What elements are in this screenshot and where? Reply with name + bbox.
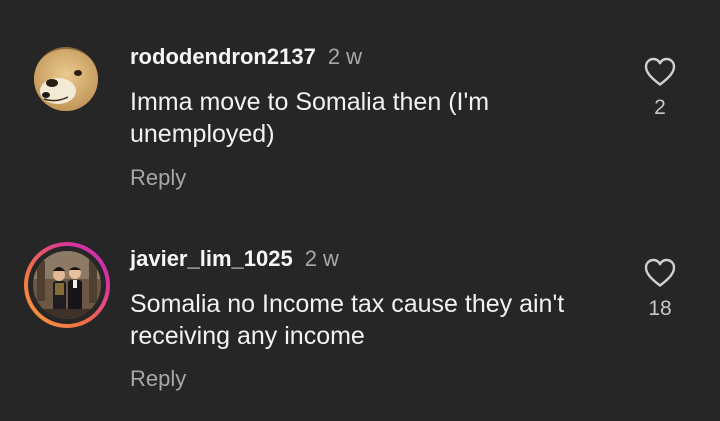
- avatar[interactable]: [34, 47, 98, 111]
- timestamp: 2 w: [327, 44, 363, 69]
- comment-header: javier_lim_1025 2 w: [130, 248, 339, 270]
- comment-header: rododendron2137 2 w: [130, 46, 362, 68]
- avatar[interactable]: [24, 242, 110, 328]
- heart-outline-icon[interactable]: [636, 57, 684, 87]
- comment-item: rododendron2137 2 w Imma move to Somalia …: [0, 0, 720, 205]
- timestamp: 2 w: [304, 246, 339, 271]
- like-count: 18: [648, 297, 672, 320]
- username[interactable]: javier_lim_1025: [130, 246, 293, 271]
- heart-outline-icon[interactable]: [636, 258, 684, 288]
- reply-button[interactable]: Reply: [130, 368, 186, 390]
- username[interactable]: rododendron2137: [130, 44, 316, 69]
- like-control: 18: [636, 258, 684, 319]
- comment-text: Imma move to Somalia then (I'm unemploye…: [130, 88, 490, 148]
- comment-text: Somalia no Income tax cause they ain't r…: [130, 290, 565, 350]
- like-control: 2: [636, 57, 684, 118]
- comment-item: javier_lim_1025 2 w Somalia no Income tax…: [0, 205, 720, 421]
- like-count: 2: [654, 96, 666, 119]
- reply-button[interactable]: Reply: [130, 167, 186, 189]
